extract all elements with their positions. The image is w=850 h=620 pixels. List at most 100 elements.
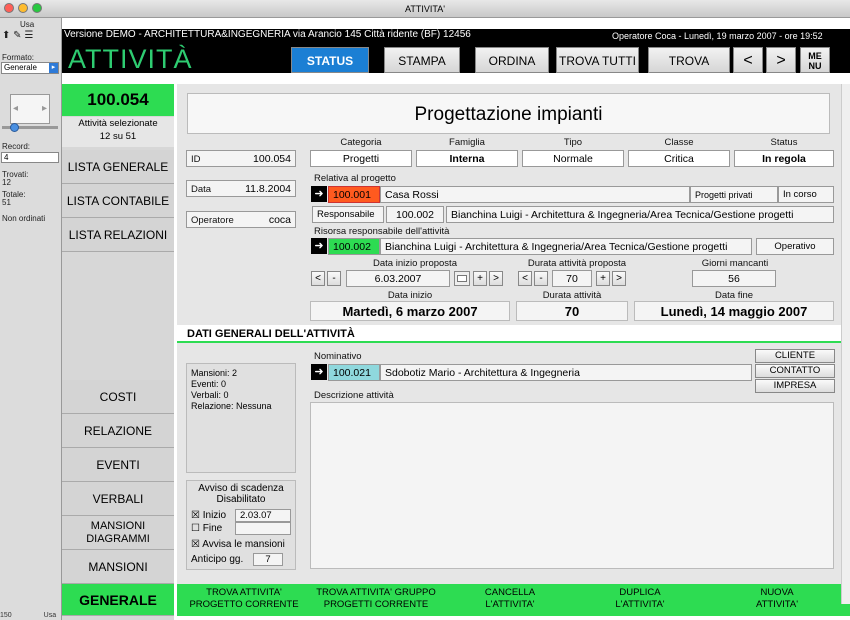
avviso-title: Avviso di scadenza: [198, 483, 284, 494]
descrizione-label: Descrizione attività: [314, 390, 394, 401]
famiglia-field[interactable]: Interna: [416, 150, 518, 167]
format-select[interactable]: Generale ▸: [1, 62, 59, 74]
progetto-tipo: Progetti privati: [690, 186, 778, 203]
data-label: Data: [191, 184, 212, 195]
menu-button[interactable]: ME NU: [800, 47, 830, 73]
nominativo-name[interactable]: Sdobotiz Mario - Architettura & Ingegner…: [380, 364, 752, 381]
tipo-field[interactable]: Normale: [522, 150, 624, 167]
start-date-next-button[interactable]: >: [489, 271, 503, 286]
mode-indicator: Usa: [43, 612, 57, 619]
previous-record-button[interactable]: <: [733, 47, 763, 73]
window-titlebar: ATTIVITA': [0, 0, 850, 18]
record-slider[interactable]: [2, 123, 58, 132]
impresa-button[interactable]: IMPRESA: [755, 379, 835, 393]
zoom-level[interactable]: 150: [0, 612, 12, 619]
lista-generale-button[interactable]: LISTA GENERALE: [62, 150, 174, 184]
status-field[interactable]: In regola: [734, 150, 834, 167]
start-date-plus-button[interactable]: +: [473, 271, 487, 286]
responsabile-name: Bianchina Luigi - Architettura & Ingegne…: [446, 206, 834, 223]
stampa-button[interactable]: STAMPA: [384, 47, 460, 73]
eventi-count: Eventi: 0: [191, 379, 227, 389]
duration-minus-button[interactable]: -: [534, 271, 548, 286]
nominativo-code[interactable]: 100.021: [328, 364, 380, 381]
eventi-button[interactable]: EVENTI: [62, 448, 174, 482]
contatto-button[interactable]: CONTATTO: [755, 364, 835, 378]
data-inizio-proposta-field[interactable]: 6.03.2007: [346, 270, 450, 287]
mansioni-diagrammi-button[interactable]: MANSIONI DIAGRAMMI: [62, 516, 174, 550]
trova-attivita-progetto-button[interactable]: TROVA ATTIVITA' PROGETTO CORRENTE: [186, 587, 302, 613]
lista-relazioni-button[interactable]: LISTA RELAZIONI: [62, 218, 174, 252]
book-icon[interactable]: ◂ ▸: [10, 94, 50, 124]
fine-value[interactable]: [235, 522, 291, 535]
calendar-icon[interactable]: [454, 271, 470, 286]
avvisa-label: Avvisa le mansioni: [202, 539, 285, 550]
duration-next-button[interactable]: >: [612, 271, 626, 286]
cliente-button[interactable]: CLIENTE: [755, 349, 835, 363]
record-slider-thumb[interactable]: [10, 123, 19, 132]
start-date-prev-button[interactable]: <: [311, 271, 325, 286]
classe-label: Classe: [664, 137, 694, 148]
verbali-button[interactable]: VERBALI: [62, 482, 174, 516]
status-button[interactable]: STATUS: [291, 47, 369, 73]
trova-button[interactable]: TROVA: [648, 47, 730, 73]
app-title: ATTIVITÀ: [68, 44, 193, 74]
inizio-value[interactable]: 2.03.07: [235, 509, 291, 522]
categoria-label: Categoria: [340, 137, 382, 148]
expiry-alert-box: Avviso di scadenza Disabilitato ☒ Inizio…: [186, 480, 296, 570]
duplica-attivita-button[interactable]: DUPLICA L'ATTIVITA': [600, 587, 680, 613]
avvisa-checkbox[interactable]: ☒ Avvisa le mansioni: [191, 539, 285, 550]
progetto-label: Relativa al progetto: [314, 173, 396, 184]
durata-label: Durata attività: [542, 290, 602, 301]
record-input[interactable]: 4: [1, 152, 59, 163]
risorsa-name[interactable]: Bianchina Luigi - Architettura & Ingegne…: [380, 238, 752, 255]
activity-title[interactable]: Progettazione impianti: [187, 93, 830, 134]
duration-prev-button[interactable]: <: [518, 271, 532, 286]
zoom-window-button[interactable]: [32, 3, 42, 13]
duration-plus-button[interactable]: +: [596, 271, 610, 286]
relazione-button[interactable]: RELAZIONE: [62, 414, 174, 448]
id-row: ID 100.054: [186, 150, 296, 167]
ordina-button[interactable]: ORDINA: [475, 47, 549, 73]
checkbox-checked-icon: ☒: [191, 539, 200, 550]
categoria-field[interactable]: Progetti: [310, 150, 412, 167]
durata-proposta-field[interactable]: 70: [552, 270, 592, 287]
responsabile-code: 100.002: [386, 206, 444, 223]
progetto-name[interactable]: Casa Rossi: [380, 186, 690, 203]
durata-value: 70: [516, 301, 628, 321]
risorsa-code[interactable]: 100.002: [328, 238, 380, 255]
anticipo-value[interactable]: 7: [253, 553, 283, 566]
operator-info: Operatore Coca - Lunedì, 19 marzo 2007 -…: [612, 31, 823, 41]
close-window-button[interactable]: [4, 3, 14, 13]
data-inizio-value: Martedì, 6 marzo 2007: [310, 301, 510, 321]
giorni-mancanti-field: 56: [692, 270, 776, 287]
lista-contabile-button[interactable]: LISTA CONTABILE: [62, 184, 174, 218]
operatore-row: Operatore coca: [186, 211, 296, 228]
inizio-checkbox[interactable]: ☒ Inizio: [191, 510, 226, 521]
progetto-code[interactable]: 100.001: [328, 186, 380, 203]
selected-count: 12 su 51: [99, 131, 137, 142]
next-record-button[interactable]: >: [766, 47, 796, 73]
checkbox-checked-icon: ☒: [191, 510, 200, 521]
trova-attivita-gruppo-button[interactable]: TROVA ATTIVITA' GRUPPO PROGETTI CORRENTE: [308, 587, 444, 613]
start-date-minus-button[interactable]: -: [327, 271, 341, 286]
inizio-label: Inizio: [202, 510, 227, 521]
tool-icons[interactable]: ⬆︎ ✎ ☰: [2, 30, 33, 41]
go-to-contact-arrow-icon[interactable]: ➜: [311, 364, 327, 380]
go-to-project-arrow-icon[interactable]: ➜: [311, 186, 327, 202]
data-fine-label: Data fine: [714, 290, 754, 301]
cancella-attivita-button[interactable]: CANCELLA L'ATTIVITA': [470, 587, 550, 613]
vertical-scrollbar[interactable]: [841, 84, 850, 604]
mansioni-button[interactable]: MANSIONI: [62, 550, 174, 584]
record-number: 100.054: [62, 84, 174, 116]
go-to-resource-arrow-icon[interactable]: ➜: [311, 238, 327, 254]
trova-tutti-button[interactable]: TROVA TUTTI: [556, 47, 639, 73]
sort-status: Non ordinati: [2, 214, 46, 223]
classe-field[interactable]: Critica: [628, 150, 730, 167]
responsabile-label: Responsabile: [312, 206, 384, 223]
nuova-attivita-button[interactable]: NUOVA ATTIVITA': [742, 587, 812, 613]
descrizione-textarea[interactable]: [310, 402, 834, 569]
costi-button[interactable]: COSTI: [62, 380, 174, 414]
calendar-icon-page: [457, 275, 467, 282]
minimize-window-button[interactable]: [18, 3, 28, 13]
fine-checkbox[interactable]: ☐ Fine: [191, 523, 222, 534]
